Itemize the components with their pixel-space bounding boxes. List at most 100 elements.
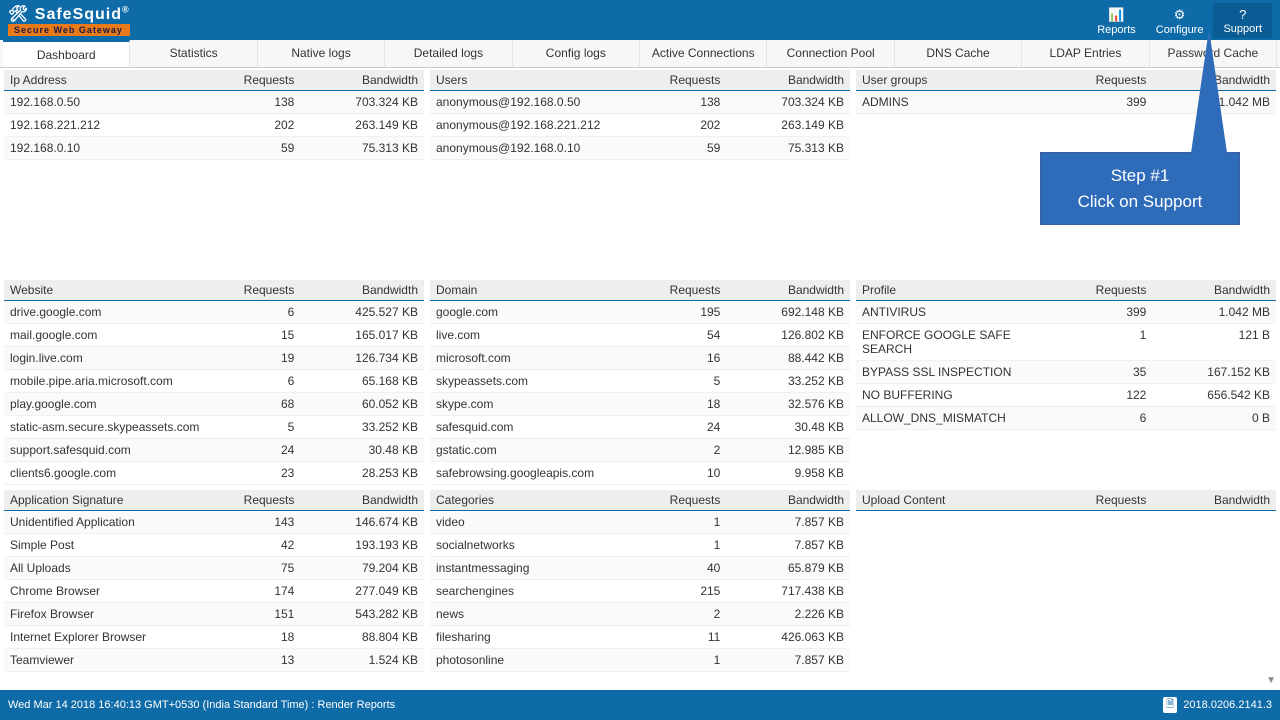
col-title[interactable]: Domain — [436, 283, 634, 297]
cell-requests: 10 — [634, 466, 721, 480]
table-row[interactable]: anonymous@192.168.0.105975.313 KB — [430, 137, 850, 160]
table-row[interactable]: news22.226 KB — [430, 603, 850, 626]
table-row[interactable]: 192.168.0.50138703.324 KB — [4, 91, 424, 114]
table-row[interactable]: login.live.com19126.734 KB — [4, 347, 424, 370]
cell-name: login.live.com — [10, 351, 208, 365]
col-bandwidth[interactable]: Bandwidth — [720, 283, 844, 297]
col-requests[interactable]: Requests — [634, 283, 721, 297]
table-row[interactable]: NO BUFFERING122656.542 KB — [856, 384, 1276, 407]
tab-detailed-logs[interactable]: Detailed logs — [385, 40, 512, 67]
cell-requests: 18 — [634, 397, 721, 411]
table-row[interactable]: video17.857 KB — [430, 511, 850, 534]
table-row[interactable]: socialnetworks17.857 KB — [430, 534, 850, 557]
table-row[interactable]: static-asm.secure.skypeassets.com533.252… — [4, 416, 424, 439]
tab-active-connections[interactable]: Active Connections — [640, 40, 767, 67]
table-row[interactable]: All Uploads7579.204 KB — [4, 557, 424, 580]
tab-native-logs[interactable]: Native logs — [258, 40, 385, 67]
table-row[interactable]: instantmessaging4065.879 KB — [430, 557, 850, 580]
col-title[interactable]: Users — [436, 73, 634, 87]
table-row[interactable]: anonymous@192.168.0.50138703.324 KB — [430, 91, 850, 114]
cell-requests: 24 — [634, 420, 721, 434]
col-title[interactable]: Ip Address — [10, 73, 208, 87]
table-row[interactable]: searchengines215717.438 KB — [430, 580, 850, 603]
cell-bandwidth: 28.253 KB — [294, 466, 418, 480]
col-requests[interactable]: Requests — [208, 283, 295, 297]
cell-name: ADMINS — [862, 95, 1060, 109]
col-title[interactable]: Profile — [862, 283, 1060, 297]
table-row[interactable]: google.com195692.148 KB — [430, 301, 850, 324]
tab-dns-cache[interactable]: DNS Cache — [895, 40, 1022, 67]
cell-requests: 6 — [208, 305, 295, 319]
cell-name: searchengines — [436, 584, 634, 598]
table-row[interactable]: BYPASS SSL INSPECTION35167.152 KB — [856, 361, 1276, 384]
document-icon[interactable]: 🗎 — [1163, 697, 1177, 713]
panel-header: ProfileRequestsBandwidth — [856, 280, 1276, 301]
cell-requests: 16 — [634, 351, 721, 365]
table-row[interactable]: 192.168.0.105975.313 KB — [4, 137, 424, 160]
table-row[interactable]: photosonline17.857 KB — [430, 649, 850, 672]
table-row[interactable]: support.safesquid.com2430.48 KB — [4, 439, 424, 462]
col-requests[interactable]: Requests — [634, 493, 721, 507]
table-row[interactable]: filesharing11426.063 KB — [430, 626, 850, 649]
col-bandwidth[interactable]: Bandwidth — [294, 73, 418, 87]
cell-name: socialnetworks — [436, 538, 634, 552]
col-requests[interactable]: Requests — [208, 73, 295, 87]
table-row[interactable]: play.google.com6860.052 KB — [4, 393, 424, 416]
table-row[interactable]: Simple Post42193.193 KB — [4, 534, 424, 557]
col-bandwidth[interactable]: Bandwidth — [1146, 493, 1270, 507]
table-row[interactable]: ALLOW_DNS_MISMATCH60 B — [856, 407, 1276, 430]
col-bandwidth[interactable]: Bandwidth — [720, 73, 844, 87]
cell-requests: 1 — [634, 653, 721, 667]
cell-name: mail.google.com — [10, 328, 208, 342]
table-row[interactable]: mobile.pipe.aria.microsoft.com665.168 KB — [4, 370, 424, 393]
table-row[interactable]: skypeassets.com533.252 KB — [430, 370, 850, 393]
table-row[interactable]: 192.168.221.212202263.149 KB — [4, 114, 424, 137]
table-row[interactable]: anonymous@192.168.221.212202263.149 KB — [430, 114, 850, 137]
cell-requests: 202 — [208, 118, 295, 132]
cell-bandwidth: 88.442 KB — [720, 351, 844, 365]
table-row[interactable]: safebrowsing.googleapis.com109.958 KB — [430, 462, 850, 485]
table-row[interactable]: Chrome Browser174277.049 KB — [4, 580, 424, 603]
tab-connection-pool[interactable]: Connection Pool — [767, 40, 894, 67]
col-title[interactable]: Application Signature — [10, 493, 208, 507]
col-bandwidth[interactable]: Bandwidth — [294, 493, 418, 507]
col-title[interactable]: User groups — [862, 73, 1060, 87]
col-title[interactable]: Categories — [436, 493, 634, 507]
tab-statistics[interactable]: Statistics — [130, 40, 257, 67]
cell-requests: 15 — [208, 328, 295, 342]
col-requests[interactable]: Requests — [1060, 283, 1147, 297]
cell-requests: 13 — [208, 653, 295, 667]
col-bandwidth[interactable]: Bandwidth — [720, 493, 844, 507]
table-row[interactable]: safesquid.com2430.48 KB — [430, 416, 850, 439]
tab-config-logs[interactable]: Config logs — [513, 40, 640, 67]
chevron-down-icon[interactable]: ▼ — [1266, 675, 1276, 686]
table-row[interactable]: microsoft.com1688.442 KB — [430, 347, 850, 370]
table-row[interactable]: ENFORCE GOOGLE SAFE SEARCH1121 B — [856, 324, 1276, 361]
col-requests[interactable]: Requests — [634, 73, 721, 87]
table-row[interactable]: live.com54126.802 KB — [430, 324, 850, 347]
table-row[interactable]: Teamviewer131.524 KB — [4, 649, 424, 672]
reports-button[interactable]: 📊 Reports — [1087, 3, 1146, 38]
table-row[interactable]: Firefox Browser151543.282 KB — [4, 603, 424, 626]
col-bandwidth[interactable]: Bandwidth — [1146, 283, 1270, 297]
table-row[interactable]: mail.google.com15165.017 KB — [4, 324, 424, 347]
col-title[interactable]: Website — [10, 283, 208, 297]
col-requests[interactable]: Requests — [208, 493, 295, 507]
tab-ldap-entries[interactable]: LDAP Entries — [1022, 40, 1149, 67]
table-row[interactable]: Internet Explorer Browser1888.804 KB — [4, 626, 424, 649]
col-bandwidth[interactable]: Bandwidth — [294, 283, 418, 297]
cell-bandwidth: 1.524 KB — [294, 653, 418, 667]
table-row[interactable]: Unidentified Application143146.674 KB — [4, 511, 424, 534]
col-title[interactable]: Upload Content — [862, 493, 1060, 507]
table-row[interactable]: drive.google.com6425.527 KB — [4, 301, 424, 324]
cell-name: NO BUFFERING — [862, 388, 1060, 402]
cell-requests: 40 — [634, 561, 721, 575]
table-row[interactable]: ANTIVIRUS3991.042 MB — [856, 301, 1276, 324]
col-requests[interactable]: Requests — [1060, 73, 1147, 87]
table-row[interactable]: skype.com1832.576 KB — [430, 393, 850, 416]
table-row[interactable]: gstatic.com212.985 KB — [430, 439, 850, 462]
footer: Wed Mar 14 2018 16:40:13 GMT+0530 (India… — [0, 690, 1280, 720]
tab-dashboard[interactable]: Dashboard — [3, 40, 130, 67]
col-requests[interactable]: Requests — [1060, 493, 1147, 507]
table-row[interactable]: clients6.google.com2328.253 KB — [4, 462, 424, 485]
